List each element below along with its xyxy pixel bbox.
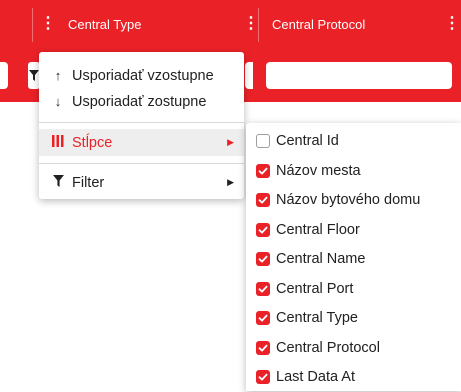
arrow-up-icon: ↑ [54,68,62,83]
column-toggle-item[interactable]: Last Data At [246,362,461,392]
columns-submenu: Central Id Názov mesta Názov bytového domu… [246,123,461,391]
submenu-arrow-icon: ▶ [227,137,234,147]
column-toggle-item[interactable]: Názov mesta [246,156,461,186]
checkbox-checked-icon[interactable] [256,252,270,266]
columns-item[interactable]: Stĺpce ▶ [39,129,244,156]
column-toggle-item[interactable]: Central Name [246,244,461,274]
column-toggle-item[interactable]: Názov bytového domu [246,185,461,215]
column-toggle-item[interactable]: Central Protocol [246,333,461,363]
column-menu-icon[interactable]: ⋮ [243,14,259,34]
column-toggle-label: Central Id [276,133,339,149]
filter-input[interactable] [0,62,8,89]
columns-icon [48,135,68,150]
filter-input[interactable] [245,62,253,89]
column-separator [258,8,259,42]
column-header-central-type[interactable]: Central Type [68,0,141,48]
sort-descending-item[interactable]: ↓ Usporiadať zostupne [39,88,244,115]
column-menu-icon[interactable]: ⋮ [444,14,460,34]
checkbox-checked-icon[interactable] [256,311,270,325]
column-header-label: Central Protocol [272,16,366,32]
menu-item-label: Filter [72,174,105,191]
column-toggle-label: Central Floor [276,221,360,238]
column-toggle-label: Last Data At [276,369,355,385]
column-header-label: Central Type [68,16,142,32]
filter-item[interactable]: Filter ▶ [39,169,244,196]
column-toggle-label: Central Protocol [276,339,380,356]
menu-divider [39,122,244,123]
column-header-central-protocol[interactable]: Central Protocol [272,0,365,48]
sort-ascending-item[interactable]: ↑ Usporiadať vzostupne [39,62,244,89]
column-toggle-item[interactable]: Central Type [246,303,461,333]
column-toggle-item[interactable]: Central Floor [246,215,461,245]
header-row: ⋮ Central Type ⋮ Central Protocol ⋮ [0,0,461,48]
column-toggle-item[interactable]: Central Port [246,274,461,304]
menu-item-label: Stĺpce [72,134,113,151]
column-toggle-label: Názov mesta [276,162,361,179]
menu-item-label: Usporiadať zostupne [72,93,207,110]
column-menu-icon[interactable]: ⋮ [40,14,56,34]
checkbox-checked-icon[interactable] [256,281,270,296]
column-toggle-label: Názov bytového domu [276,192,421,208]
menu-item-label: Usporiadať vzostupne [72,67,214,84]
column-toggle-label: Central Name [276,251,366,267]
filter-input[interactable] [266,62,452,89]
checkbox-checked-icon[interactable] [256,222,270,237]
checkbox-unchecked-icon[interactable] [256,134,270,148]
filter-icon [48,175,68,190]
column-separator [32,8,33,42]
column-menu: ↑ Usporiadať vzostupne ↓ Usporiadať zost… [39,52,244,199]
checkbox-checked-icon[interactable] [256,163,270,178]
submenu-arrow-icon: ▶ [227,177,234,187]
column-toggle-label: Central Port [276,280,354,297]
column-toggle-item[interactable]: Central Id [246,126,461,156]
checkbox-checked-icon[interactable] [256,193,270,207]
column-toggle-label: Central Type [276,310,358,326]
arrow-down-icon: ↓ [54,94,62,109]
checkbox-checked-icon[interactable] [256,340,270,355]
checkbox-checked-icon[interactable] [256,370,270,384]
filter-icon [29,70,39,81]
menu-divider [39,163,244,164]
